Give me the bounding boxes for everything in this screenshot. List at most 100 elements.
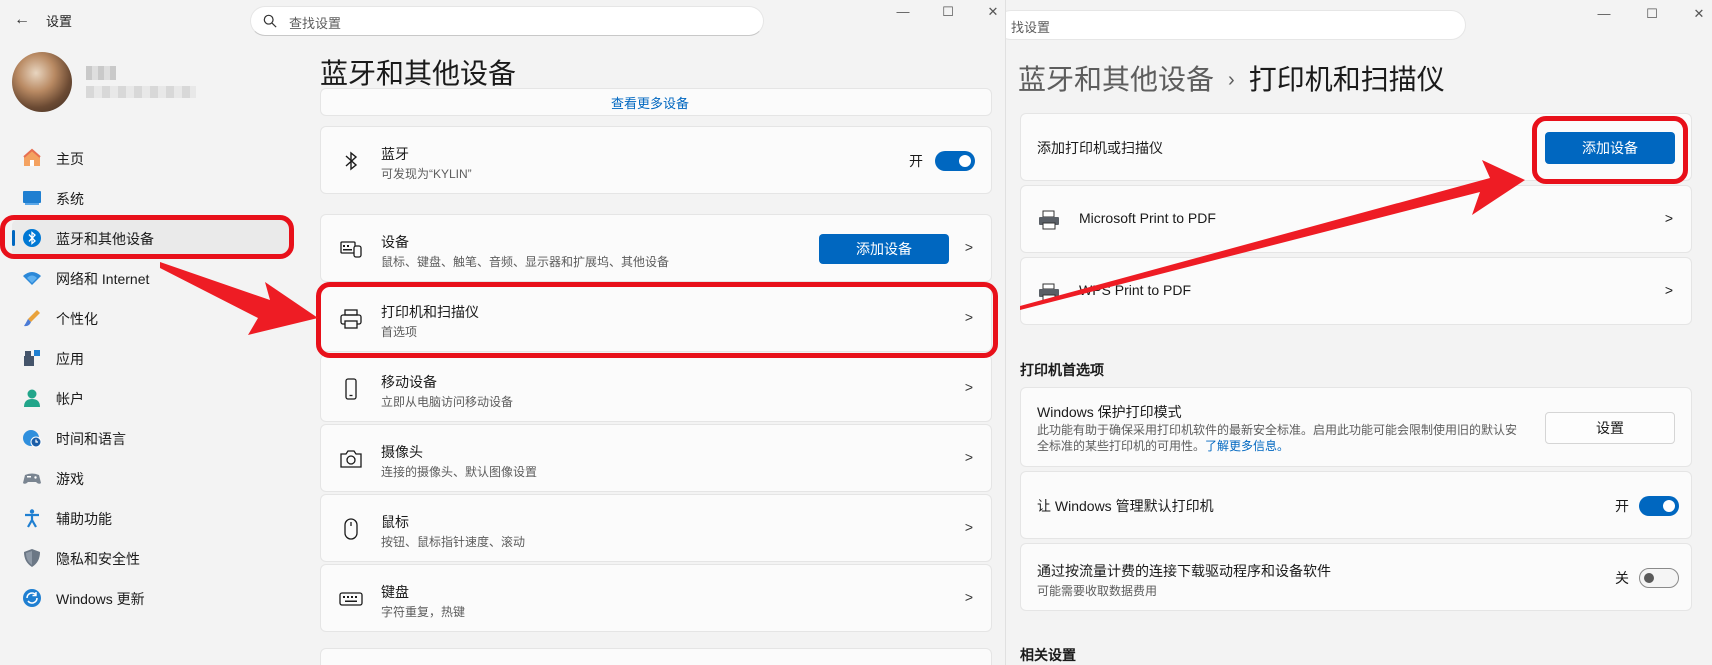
- mobile-devices-card[interactable]: 移动设备 立即从电脑访问移动设备 >: [320, 354, 992, 422]
- breadcrumb: 蓝牙和其他设备 › 打印机和扫描仪: [1018, 58, 1445, 98]
- protected-print-desc: 此功能有助于确保采用打印机软件的最新安全标准。启用此功能可能会限制使用旧的默认安…: [1037, 422, 1527, 454]
- sidebar-item-windows-update[interactable]: Windows 更新: [12, 580, 292, 616]
- devices-card[interactable]: 设备 鼠标、键盘、触笔、音频、显示器和扩展坞、其他设备 添加设备 >: [320, 214, 992, 282]
- wifi-icon: [23, 272, 41, 285]
- sidebar-item-label: 主页: [56, 151, 84, 167]
- system-icon: [23, 191, 41, 205]
- card-title: 设备: [381, 234, 409, 250]
- mouse-icon: [344, 518, 358, 540]
- sidebar-item-system[interactable]: 系统: [12, 180, 292, 216]
- bluetooth-card: 蓝牙 可发现为“KYLIN” 开: [320, 126, 992, 194]
- more-devices-card[interactable]: 查看更多设备: [320, 88, 992, 116]
- manage-default-toggle[interactable]: [1639, 496, 1679, 516]
- gamepad-icon: [23, 473, 41, 484]
- card-title: 键盘: [381, 584, 409, 600]
- sidebar-item-label: 时间和语言: [56, 431, 126, 447]
- printer-icon: [1039, 210, 1059, 230]
- sidebar-item-label: Windows 更新: [56, 591, 145, 607]
- card-subtitle: 鼠标、键盘、触笔、音频、显示器和扩展坞、其他设备: [381, 255, 670, 269]
- protected-print-title: Windows 保护打印模式: [1037, 404, 1182, 420]
- add-device-button[interactable]: 添加设备: [819, 234, 949, 264]
- highlight-printers-card: [316, 282, 998, 358]
- keyboard-card[interactable]: 键盘 字符重复，热键 >: [320, 564, 992, 632]
- more-devices-link[interactable]: 查看更多设备: [611, 93, 689, 112]
- card-subtitle: 立即从电脑访问移动设备: [381, 395, 514, 409]
- sidebar-item-label: 隐私和安全性: [56, 551, 140, 567]
- camera-card[interactable]: 摄像头 连接的摄像头、默认图像设置 >: [320, 424, 992, 492]
- metered-toggle[interactable]: [1639, 568, 1679, 588]
- home-icon: [23, 148, 41, 166]
- search-input[interactable]: 查找设置: [250, 6, 764, 36]
- chevron-right-icon: >: [964, 519, 973, 535]
- toggle-state-label: 开: [1615, 498, 1629, 514]
- sidebar-item-network[interactable]: 网络和 Internet: [12, 260, 292, 296]
- user-name-redacted: [86, 66, 116, 80]
- search-placeholder: 找设置: [1011, 20, 1051, 35]
- card-title: 摄像头: [381, 444, 423, 460]
- printer-row[interactable]: Microsoft Print to PDF >: [1020, 185, 1692, 253]
- search-icon: [263, 14, 277, 28]
- back-arrow-icon[interactable]: ←: [10, 8, 34, 32]
- printer-icon: [1039, 283, 1059, 301]
- manage-default-title: 让 Windows 管理默认打印机: [1037, 498, 1214, 514]
- breadcrumb-parent[interactable]: 蓝牙和其他设备: [1018, 64, 1214, 95]
- sidebar-item-label: 辅助功能: [56, 511, 112, 527]
- sidebar-item-apps[interactable]: 应用: [12, 340, 292, 376]
- printer-name: WPS Print to PDF: [1079, 282, 1192, 298]
- toggle-state-label: 开: [909, 153, 923, 169]
- account-icon: [24, 389, 40, 407]
- learn-more-link[interactable]: 了解更多信息。: [1205, 439, 1289, 453]
- avatar[interactable]: [12, 52, 72, 112]
- breadcrumb-current: 打印机和扫描仪: [1248, 64, 1445, 95]
- settings-window-right: 找设置 — ☐ ✕ 蓝牙和其他设备 › 打印机和扫描仪 添加打印机或扫描仪 添加设备…: [1005, 0, 1712, 665]
- sidebar-item-privacy[interactable]: 隐私和安全性: [12, 540, 292, 576]
- sidebar-item-label: 系统: [56, 191, 84, 207]
- page-title: 蓝牙和其他设备: [320, 58, 517, 89]
- printer-prefs-header: 打印机首选项: [1020, 362, 1104, 378]
- sidebar-item-time-language[interactable]: 时间和语言: [12, 420, 292, 456]
- chevron-right-icon: >: [964, 589, 973, 605]
- maximize-icon[interactable]: ☐: [938, 4, 958, 20]
- card-subtitle: 按钮、鼠标指针速度、滚动: [381, 535, 526, 549]
- chevron-right-icon: >: [964, 239, 973, 255]
- brush-icon: [24, 310, 40, 327]
- sidebar-item-accessibility[interactable]: 辅助功能: [12, 500, 292, 536]
- globe-clock-icon: [23, 430, 42, 448]
- mouse-card[interactable]: 鼠标 按钮、鼠标指针速度、滚动 >: [320, 494, 992, 562]
- printer-name: Microsoft Print to PDF: [1079, 210, 1216, 226]
- sidebar-item-home[interactable]: 主页: [12, 140, 292, 176]
- metered-title: 通过按流量计费的连接下载驱动程序和设备软件: [1037, 563, 1331, 579]
- related-settings-header: 相关设置: [1020, 647, 1076, 663]
- toggle-state-label: 关: [1615, 570, 1629, 586]
- title-bar: ← 设置 查找设置 — ☐ ✕: [0, 0, 1005, 40]
- minimize-icon[interactable]: —: [893, 4, 913, 19]
- sidebar-item-label: 帐户: [56, 391, 84, 407]
- chevron-right-icon: >: [964, 449, 973, 465]
- card-subtitle: 可发现为“KYLIN”: [381, 167, 472, 181]
- sidebar-item-accounts[interactable]: 帐户: [12, 380, 292, 416]
- breadcrumb-separator: ›: [1228, 69, 1235, 91]
- next-card[interactable]: [320, 648, 992, 665]
- minimize-icon[interactable]: —: [1594, 6, 1614, 21]
- settings-window-left: ← 设置 查找设置 — ☐ ✕ 主页 系统 蓝牙和其他设备 网络和 Intern…: [0, 0, 1005, 665]
- search-placeholder: 查找设置: [289, 16, 342, 31]
- sidebar-item-label: 个性化: [56, 311, 98, 327]
- card-title: 鼠标: [381, 514, 409, 530]
- metered-download-card: 通过按流量计费的连接下载驱动程序和设备软件 可能需要收取数据费用 关: [1020, 543, 1692, 611]
- bluetooth-icon: [345, 151, 358, 171]
- close-icon[interactable]: ✕: [1689, 6, 1709, 22]
- sidebar-item-label: 游戏: [56, 471, 84, 487]
- user-email-redacted: [86, 86, 196, 98]
- maximize-icon[interactable]: ☐: [1642, 6, 1662, 22]
- search-input[interactable]: 找设置: [1006, 10, 1466, 40]
- protected-settings-button[interactable]: 设置: [1545, 412, 1675, 444]
- sidebar-item-label: 应用: [56, 351, 84, 367]
- app-title: 设置: [46, 14, 73, 29]
- printer-row[interactable]: WPS Print to PDF >: [1020, 257, 1692, 325]
- update-icon: [23, 589, 41, 607]
- close-icon[interactable]: ✕: [983, 4, 1003, 20]
- highlight-add-device-button: [1532, 116, 1688, 184]
- sidebar-item-gaming[interactable]: 游戏: [12, 460, 292, 496]
- bluetooth-toggle[interactable]: [935, 151, 975, 171]
- sidebar-item-personalization[interactable]: 个性化: [12, 300, 292, 336]
